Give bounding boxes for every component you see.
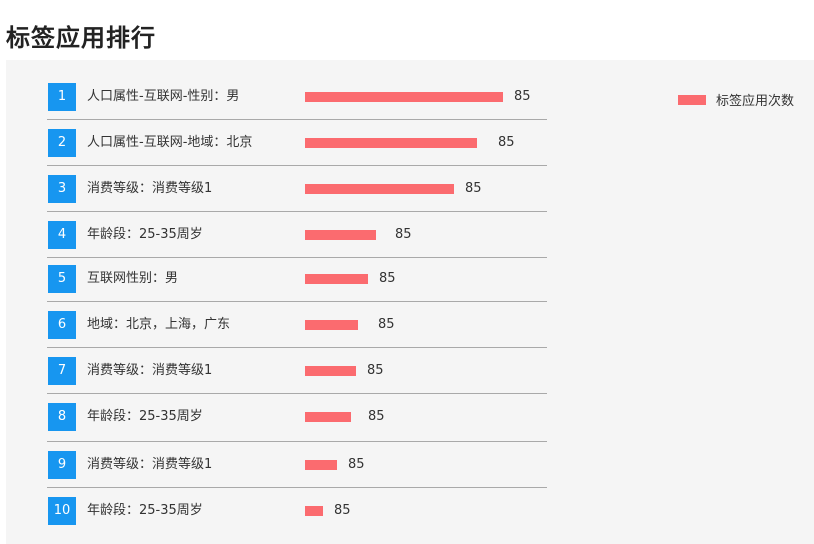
rank-bar[interactable] xyxy=(305,320,358,330)
row-divider xyxy=(47,211,547,212)
rank-badge: 3 xyxy=(48,175,76,203)
rank-label: 年龄段：25-35周岁 xyxy=(87,503,203,518)
rank-value-label: 85 xyxy=(334,503,351,518)
rank-value-label: 85 xyxy=(367,363,384,378)
rank-badge: 8 xyxy=(48,403,76,431)
ranking-panel: 标签应用次数 1 人口属性-互联网-性别：男 85 2 人口属性-互联网-地域：北京 85… xyxy=(6,60,814,544)
rank-bar[interactable] xyxy=(305,412,351,422)
rank-bar[interactable] xyxy=(305,506,323,516)
rank-bar[interactable] xyxy=(305,274,368,284)
rank-label: 地域：北京，上海，广东 xyxy=(87,317,231,332)
rank-bar[interactable] xyxy=(305,138,477,148)
rank-badge: 2 xyxy=(48,129,76,157)
rank-badge: 1 xyxy=(48,83,76,111)
rank-label: 人口属性-互联网-地域：北京 xyxy=(87,135,253,150)
rank-badge: 10 xyxy=(48,497,76,525)
rank-label: 年龄段：25-35周岁 xyxy=(87,409,203,424)
row-divider xyxy=(47,393,547,394)
rank-bar[interactable] xyxy=(305,230,376,240)
rank-bar[interactable] xyxy=(305,92,503,102)
rank-badge: 5 xyxy=(48,265,76,293)
chart-legend[interactable]: 标签应用次数 xyxy=(678,90,794,109)
row-divider xyxy=(47,347,547,348)
page-title: 标签应用排行 xyxy=(6,24,156,52)
rank-value-label: 85 xyxy=(378,317,395,332)
row-divider xyxy=(47,257,547,258)
rank-badge: 6 xyxy=(48,311,76,339)
rank-label: 年龄段：25-35周岁 xyxy=(87,227,203,242)
rank-bar[interactable] xyxy=(305,366,356,376)
rank-value-label: 85 xyxy=(379,271,396,286)
rank-label: 消费等级：消费等级1 xyxy=(87,181,213,196)
rank-value-label: 85 xyxy=(395,227,412,242)
row-divider xyxy=(47,165,547,166)
rank-label: 人口属性-互联网-性别：男 xyxy=(87,89,240,104)
rank-label: 互联网性别：男 xyxy=(87,271,179,286)
rank-bar[interactable] xyxy=(305,460,337,470)
row-divider xyxy=(47,119,547,120)
rank-label: 消费等级：消费等级1 xyxy=(87,457,213,472)
rank-badge: 7 xyxy=(48,357,76,385)
rank-badge: 4 xyxy=(48,221,76,249)
row-divider xyxy=(47,487,547,488)
rank-bar[interactable] xyxy=(305,184,454,194)
rank-value-label: 85 xyxy=(348,457,365,472)
rank-badge: 9 xyxy=(48,451,76,479)
rank-label: 消费等级：消费等级1 xyxy=(87,363,213,378)
rank-value-label: 85 xyxy=(368,409,385,424)
rank-value-label: 85 xyxy=(498,135,515,150)
row-divider xyxy=(47,441,547,442)
rank-value-label: 85 xyxy=(514,89,531,104)
legend-label: 标签应用次数 xyxy=(716,94,795,109)
legend-swatch xyxy=(678,94,706,105)
row-divider xyxy=(47,301,547,302)
rank-value-label: 85 xyxy=(465,181,482,196)
